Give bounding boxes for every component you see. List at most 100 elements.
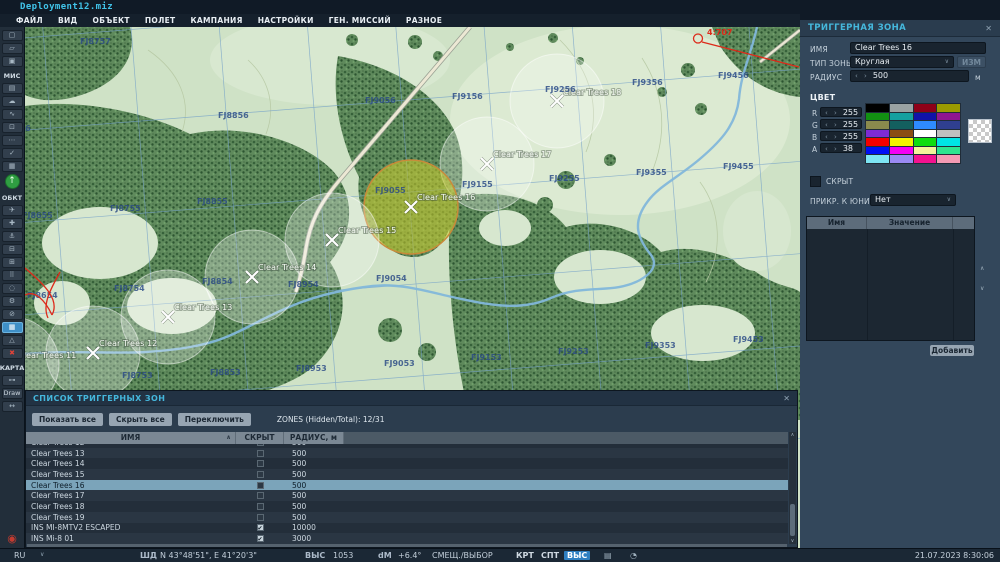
zone-row-clear-trees-13[interactable]: Clear Trees 13 500	[26, 447, 788, 459]
radius-stepper[interactable]: ‹ › 500	[850, 70, 969, 82]
new-file-icon[interactable]: ▢	[1, 30, 23, 41]
zone-row-clear-trees-19[interactable]: Clear Trees 19 500	[26, 511, 788, 523]
toggle-button[interactable]: Переключить	[177, 412, 251, 426]
menu-item-ген-миссий[interactable]: ГЕН. МИССИЙ	[329, 16, 391, 25]
goals-icon[interactable]: ✓	[1, 148, 23, 159]
open-mission-icon[interactable]: ▱	[1, 43, 23, 54]
show-all-button[interactable]: Показать все	[32, 412, 103, 426]
palette-color-24[interactable]	[866, 155, 889, 163]
properties-scroll-up-icon[interactable]: ∧	[980, 265, 984, 272]
palette-color-22[interactable]	[913, 146, 937, 154]
edit-zone-button[interactable]: ИЗМ	[957, 56, 986, 68]
palette-color-16[interactable]	[866, 138, 889, 146]
palette-color-25[interactable]	[889, 155, 913, 163]
palette-color-19[interactable]	[937, 138, 960, 146]
routes-icon[interactable]: ∿	[1, 109, 23, 120]
hidden-checkbox[interactable]	[256, 502, 264, 510]
zone-type-select[interactable]: ∨ Круглая	[850, 56, 954, 68]
hidden-checkbox[interactable]	[256, 444, 264, 446]
hidden-checkbox[interactable]	[256, 470, 264, 478]
color-channel-b-stepper[interactable]: ‹ › 255	[820, 131, 862, 141]
language-selector[interactable]: RU	[14, 551, 25, 560]
column-header-radius[interactable]: РАДИУС, м	[284, 432, 344, 444]
hidden-checkbox[interactable]	[256, 492, 264, 500]
hidden-checkbox[interactable]	[810, 176, 821, 187]
zone-row-ins-mi-8-01[interactable]: INS Mi-8 01 ✔ 3000	[26, 533, 788, 544]
palette-color-10[interactable]	[913, 121, 937, 129]
fly-mission-icon[interactable]: ↑	[4, 174, 20, 189]
palette-color-12[interactable]	[866, 129, 889, 137]
map-layer-toggle-spt[interactable]: СПТ	[541, 551, 559, 560]
markpanel-icon[interactable]: ⊡	[1, 122, 23, 133]
sort-ascending-icon[interactable]: ∧	[226, 433, 231, 443]
palette-color-5[interactable]	[889, 112, 913, 120]
palette-color-27[interactable]	[937, 155, 960, 163]
stepper-arrows-icon[interactable]: ‹ ›	[825, 109, 839, 116]
palette-color-2[interactable]	[913, 104, 937, 112]
coord-format-label[interactable]: ШД	[140, 551, 157, 560]
zones-table-scrollbar[interactable]: ∧ ∨	[789, 432, 796, 544]
menu-item-полет[interactable]: ПОЛЕТ	[145, 16, 176, 25]
zones-table-hscrollbar[interactable]	[27, 544, 787, 547]
map-layer-toggle-vys[interactable]: ВЫС	[564, 551, 591, 560]
palette-color-15[interactable]	[937, 129, 960, 137]
delete-icon[interactable]: ✖	[1, 348, 23, 359]
menu-item-вид[interactable]: ВИД	[58, 16, 78, 25]
static-object-icon[interactable]: ⊞	[1, 257, 23, 268]
palette-color-20[interactable]	[866, 146, 889, 154]
zones-panel-close-icon[interactable]: ✕	[783, 394, 790, 403]
hide-all-button[interactable]: Скрыть все	[108, 412, 172, 426]
effect-icon[interactable]: ◌	[1, 283, 23, 294]
palette-color-23[interactable]	[937, 146, 960, 154]
trigger-zone-list-icon[interactable]: ▦	[1, 322, 23, 333]
language-chevron-icon[interactable]: ∨	[40, 551, 44, 558]
helicopter-icon[interactable]: ✚	[1, 218, 23, 229]
menu-item-разное[interactable]: РАЗНОЕ	[406, 16, 442, 25]
radio-icon[interactable]: ⋯	[1, 135, 23, 146]
properties-scroll-down-icon[interactable]: ∨	[980, 285, 984, 292]
zone-row-clear-trees-17[interactable]: Clear Trees 17 500	[26, 490, 788, 502]
draw-shapes-icon[interactable]: △	[1, 335, 23, 346]
palette-color-21[interactable]	[889, 146, 913, 154]
stepper-arrows-icon[interactable]: ‹ ›	[825, 133, 839, 140]
zone-name-input[interactable]: Clear Trees 16	[850, 42, 986, 54]
units-display-icon[interactable]: ▤	[604, 551, 612, 560]
disable-icon[interactable]: ⊘	[1, 309, 23, 320]
hidden-checkbox[interactable]: ✔	[256, 524, 264, 532]
scroll-up-icon[interactable]: ∧	[789, 432, 796, 438]
column-header-hidden[interactable]: СКРЫТ	[236, 432, 284, 444]
map-key-icon[interactable]: ⊶	[1, 375, 23, 386]
trigger-panel-close-icon[interactable]: ✕	[985, 24, 992, 33]
record-icon[interactable]: ◉	[2, 533, 23, 544]
palette-color-14[interactable]	[913, 129, 937, 137]
hidden-checkbox[interactable]: ✔	[256, 535, 264, 543]
add-property-button[interactable]: Добавить	[930, 345, 974, 356]
column-header-name[interactable]: ИМЯ ∧	[26, 432, 236, 444]
zone-row-clear-trees-15[interactable]: Clear Trees 15 500	[26, 469, 788, 480]
color-channel-g-stepper[interactable]: ‹ › 255	[820, 119, 862, 129]
template-icon[interactable]: ⠿	[1, 270, 23, 281]
map-layer-toggle-krt[interactable]: КРТ	[516, 551, 534, 560]
stepper-arrows-icon[interactable]: ‹ ›	[825, 145, 839, 152]
zone-row-clear-trees-16[interactable]: Clear Trees 16 500	[26, 479, 788, 491]
palette-color-1[interactable]	[889, 104, 913, 112]
measure-distance-icon[interactable]: ↔	[1, 401, 23, 412]
palette-color-13[interactable]	[889, 129, 913, 137]
palette-color-11[interactable]	[937, 121, 960, 129]
color-channel-a-stepper[interactable]: ‹ › 38	[820, 143, 862, 153]
hidden-checkbox[interactable]	[256, 513, 264, 521]
attach-to-unit-select[interactable]: ∨ Нет	[870, 194, 956, 206]
vehicle-icon[interactable]: ⊟	[1, 244, 23, 255]
briefing-icon[interactable]: ▤	[1, 83, 23, 94]
summary-icon[interactable]: ▦	[1, 161, 23, 172]
menu-item-кампания[interactable]: КАМПАНИЯ	[190, 16, 242, 25]
palette-color-18[interactable]	[913, 138, 937, 146]
property-value-header[interactable]: Значение	[867, 217, 953, 229]
scroll-down-icon[interactable]: ∨	[789, 538, 796, 544]
palette-color-8[interactable]	[866, 121, 889, 129]
time-icon[interactable]: ◔	[630, 551, 637, 560]
weather-icon[interactable]: ☁	[1, 96, 23, 107]
palette-color-17[interactable]	[889, 138, 913, 146]
ship-icon[interactable]: ⚓	[1, 231, 23, 242]
palette-color-7[interactable]	[937, 112, 960, 120]
